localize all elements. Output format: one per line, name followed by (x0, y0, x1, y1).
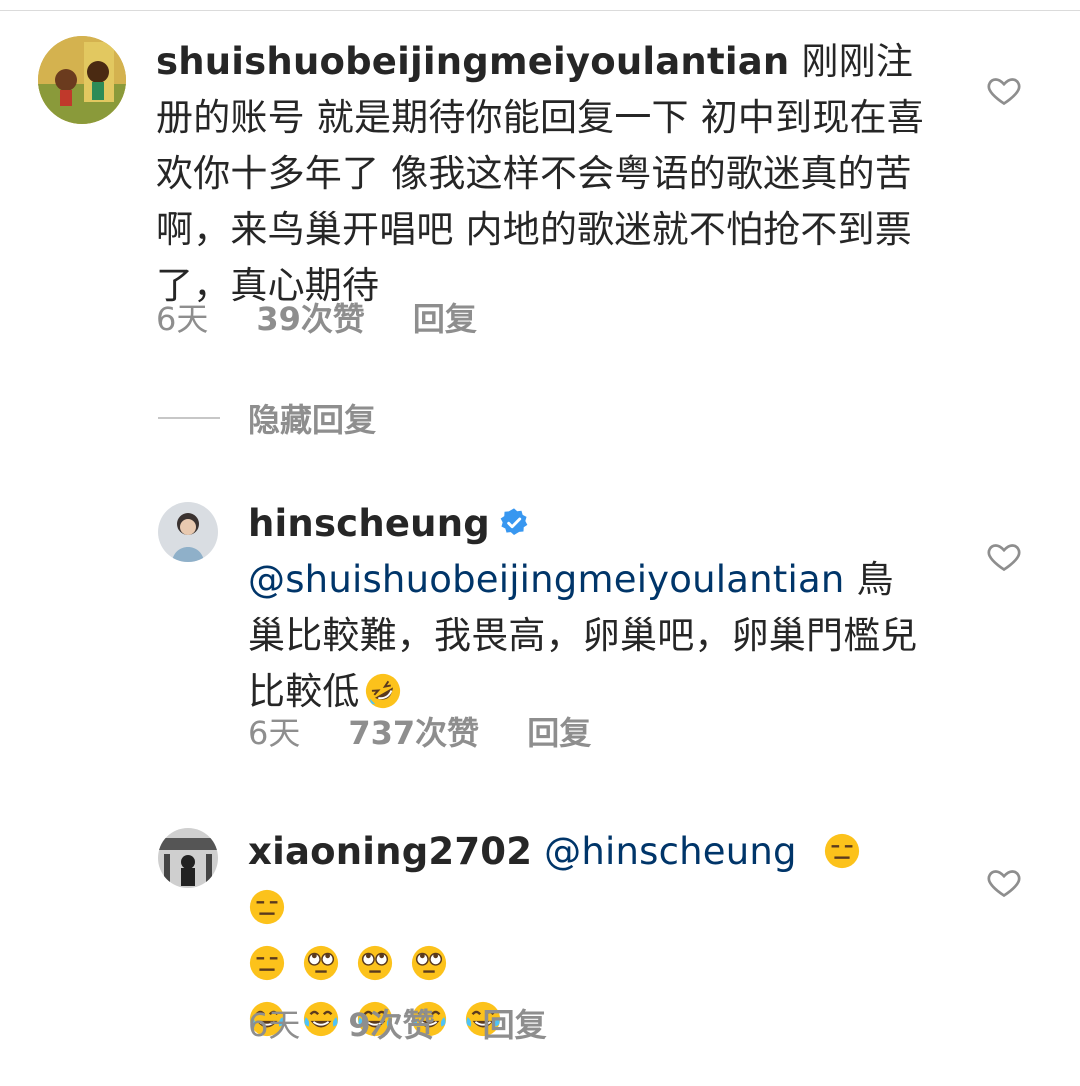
heart-icon[interactable] (986, 538, 1022, 574)
reply-button[interactable]: 回复 (527, 708, 591, 754)
comment-body: hinscheung @shuishuobeijingmeiyoulantian… (248, 496, 918, 720)
comment-likes[interactable]: 39次赞 (256, 294, 365, 340)
hide-replies-button[interactable]: 隐藏回复 (158, 396, 376, 440)
heart-icon[interactable] (986, 72, 1022, 108)
comment-mention[interactable]: @shuishuobeijingmeiyoulantian (248, 558, 844, 601)
hide-replies-line (158, 417, 220, 419)
eye-roll-icon (303, 945, 339, 981)
avatar[interactable] (38, 36, 126, 124)
comment-time: 6天 (248, 1006, 301, 1044)
expressionless-icon (249, 889, 285, 925)
verified-badge-icon (500, 508, 528, 535)
top-divider (0, 0, 1080, 11)
expressionless-icon (824, 833, 859, 869)
heart-icon[interactable] (986, 864, 1022, 900)
avatar[interactable] (158, 502, 218, 562)
comment-meta: 6天 39次赞 回复 (156, 294, 525, 340)
comment-likes[interactable]: 9次赞 (348, 1000, 434, 1046)
comment-body: shuishuobeijingmeiyoulantian 刚刚注册的账号 就是期… (156, 34, 926, 314)
comment-meta: 6天 9次赞 回复 (248, 1000, 595, 1046)
reply-button[interactable]: 回复 (483, 1000, 547, 1046)
comment-likes[interactable]: 737次赞 (348, 708, 479, 754)
eye-roll-icon (411, 945, 447, 981)
comment-mention[interactable]: @hinscheung (532, 830, 797, 873)
expressionless-icon (249, 945, 285, 981)
comment-username[interactable]: shuishuobeijingmeiyoulantian (156, 40, 789, 83)
reply-button[interactable]: 回复 (413, 294, 477, 340)
comment-username[interactable]: xiaoning2702 (248, 830, 532, 873)
emoji-row (248, 936, 918, 992)
comment-time: 6天 (156, 300, 209, 338)
comment-time: 6天 (248, 714, 301, 752)
comment-meta: 6天 737次赞 回复 (248, 708, 639, 754)
eye-roll-icon (357, 945, 393, 981)
rolling-on-floor-laughing-icon (365, 673, 400, 709)
comment-username[interactable]: hinscheung (248, 502, 490, 545)
hide-replies-label: 隐藏回复 (248, 401, 377, 439)
avatar[interactable] (158, 828, 218, 888)
